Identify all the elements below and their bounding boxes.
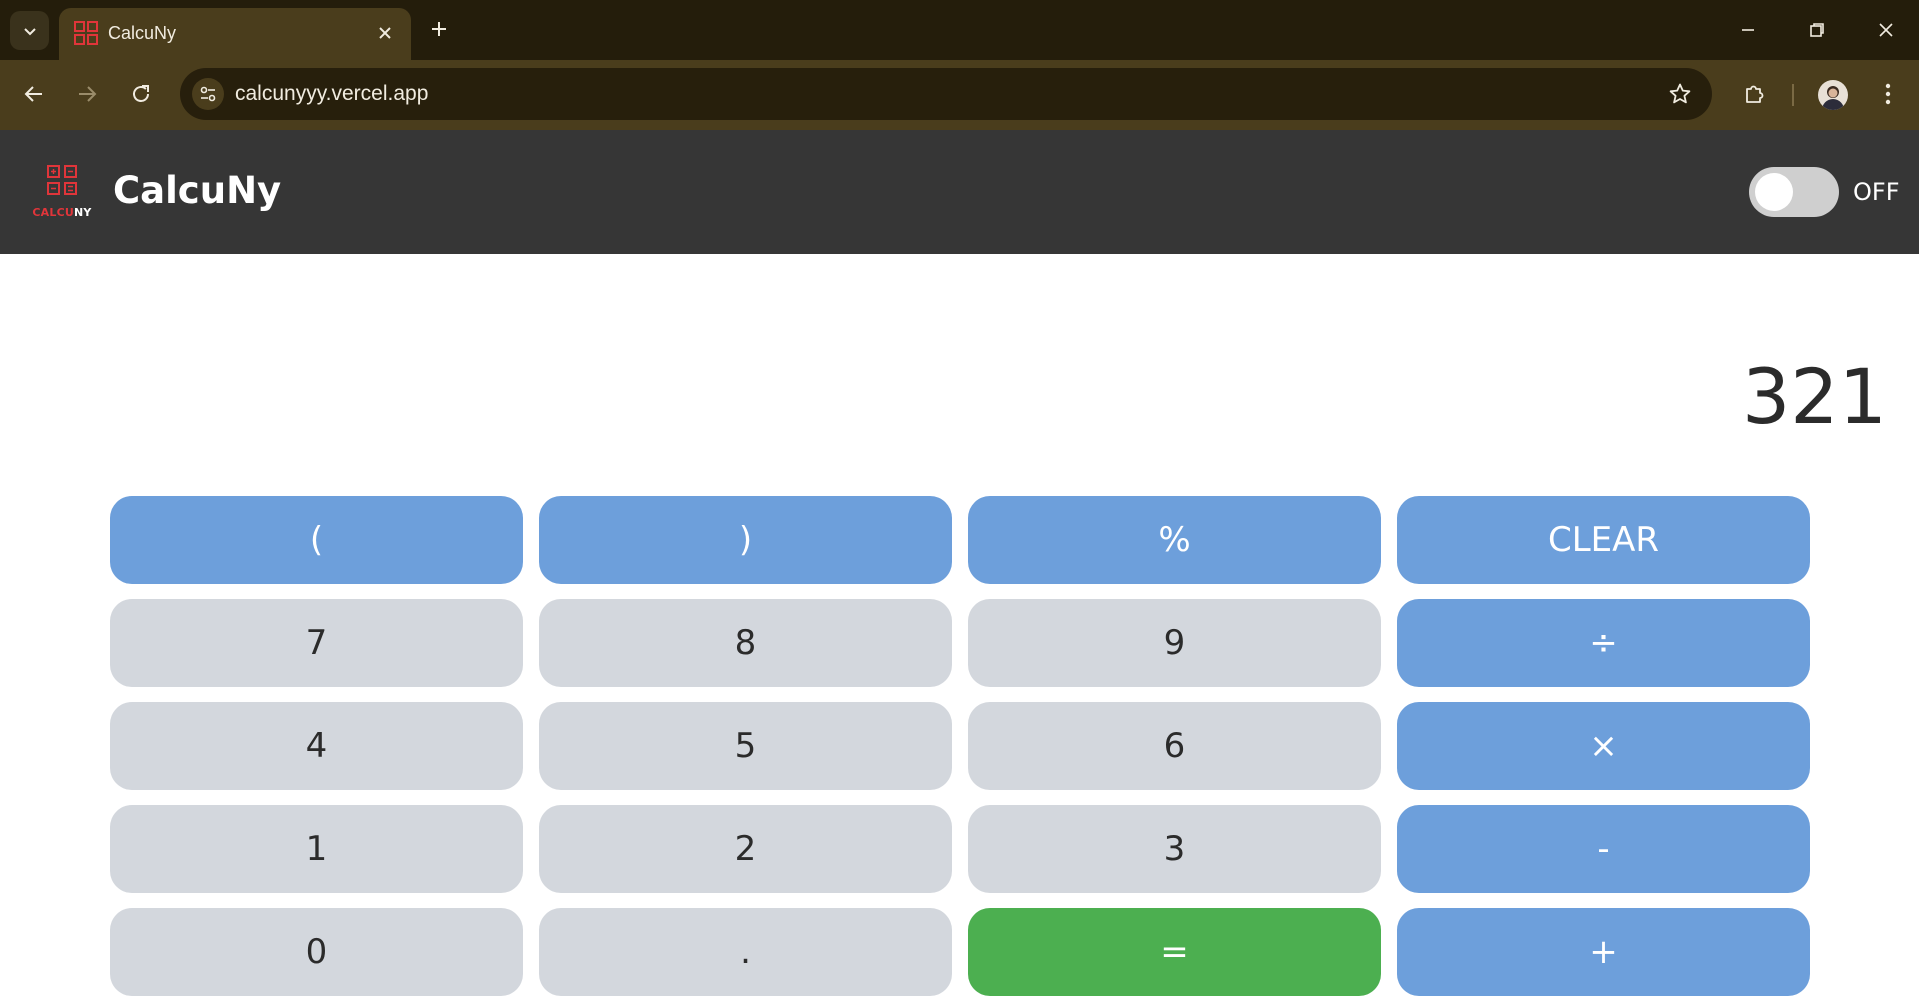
- app-header: CALCUNY CalcuNy OFF: [0, 130, 1919, 254]
- calculator-grid-icon: [47, 165, 77, 195]
- key-7[interactable]: 7: [110, 599, 523, 687]
- bookmark-button[interactable]: [1666, 80, 1694, 108]
- key-percent[interactable]: %: [968, 496, 1381, 584]
- tab-title: CalcuNy: [108, 23, 177, 43]
- key-decimal[interactable]: .: [539, 908, 952, 996]
- key-subtract[interactable]: -: [1397, 805, 1810, 893]
- key-8[interactable]: 8: [539, 599, 952, 687]
- person-icon: [1822, 86, 1844, 110]
- logo-text: CALCUNY: [30, 206, 94, 219]
- tab-close-button[interactable]: [373, 21, 397, 45]
- close-window-button[interactable]: [1864, 10, 1908, 50]
- url-text: calcunyyy.vercel.app: [235, 82, 429, 105]
- key-close-paren[interactable]: ): [539, 496, 952, 584]
- close-icon: [379, 27, 391, 39]
- reload-button[interactable]: [121, 74, 161, 114]
- theme-toggle[interactable]: [1749, 167, 1839, 217]
- key-clear[interactable]: CLEAR: [1397, 496, 1810, 584]
- key-2[interactable]: 2: [539, 805, 952, 893]
- calculator-display: 321: [1741, 352, 1887, 441]
- key-1[interactable]: 1: [110, 805, 523, 893]
- key-4[interactable]: 4: [110, 702, 523, 790]
- logo-text-red: CALCU: [32, 206, 75, 219]
- browser-menu-button[interactable]: [1868, 74, 1908, 114]
- kebab-menu-icon: [1885, 83, 1891, 105]
- address-bar[interactable]: calcunyyy.vercel.app: [180, 68, 1712, 120]
- app-logo[interactable]: CALCUNY: [30, 164, 94, 220]
- new-tab-button[interactable]: [424, 14, 454, 44]
- puzzle-icon: [1746, 85, 1764, 103]
- key-0[interactable]: 0: [110, 908, 523, 996]
- key-add[interactable]: +: [1397, 908, 1810, 996]
- key-divide[interactable]: ÷: [1397, 599, 1810, 687]
- browser-tab[interactable]: CalcuNy: [59, 8, 411, 60]
- app-title: CalcuNy: [113, 169, 282, 212]
- close-icon: [1879, 23, 1893, 37]
- tune-icon: [200, 86, 216, 102]
- minimize-button[interactable]: [1726, 10, 1770, 50]
- restore-button[interactable]: [1795, 10, 1839, 50]
- key-equals[interactable]: =: [968, 908, 1381, 996]
- chevron-down-icon: [23, 27, 36, 35]
- browser-tab-strip: CalcuNy: [0, 0, 1919, 60]
- logo-text-white: NY: [74, 206, 92, 219]
- key-9[interactable]: 9: [968, 599, 1381, 687]
- site-info-button[interactable]: [192, 78, 224, 110]
- reload-icon: [133, 85, 149, 102]
- tab-search-button[interactable]: [10, 11, 49, 50]
- toolbar-separator: [1792, 84, 1794, 106]
- key-5[interactable]: 5: [539, 702, 952, 790]
- calculator-keypad: ( ) % CLEAR 7 8 9 ÷ 4 5 6 × 1 2 3 - 0 . …: [110, 496, 1811, 996]
- forward-button[interactable]: [67, 74, 107, 114]
- arrow-left-icon: [24, 86, 42, 102]
- minimize-icon: [1742, 29, 1754, 31]
- extensions-button[interactable]: [1735, 74, 1775, 114]
- star-icon: [1669, 83, 1691, 104]
- back-button[interactable]: [14, 74, 54, 114]
- calcuny-favicon-icon: [74, 21, 98, 45]
- browser-toolbar: calcunyyy.vercel.app: [0, 60, 1919, 130]
- key-multiply[interactable]: ×: [1397, 702, 1810, 790]
- restore-icon: [1810, 23, 1824, 37]
- key-open-paren[interactable]: (: [110, 496, 523, 584]
- toggle-knob: [1755, 173, 1793, 211]
- toggle-label: OFF: [1853, 178, 1900, 206]
- plus-icon: [432, 22, 446, 36]
- key-3[interactable]: 3: [968, 805, 1381, 893]
- arrow-right-icon: [79, 86, 97, 102]
- key-6[interactable]: 6: [968, 702, 1381, 790]
- profile-avatar[interactable]: [1818, 80, 1848, 110]
